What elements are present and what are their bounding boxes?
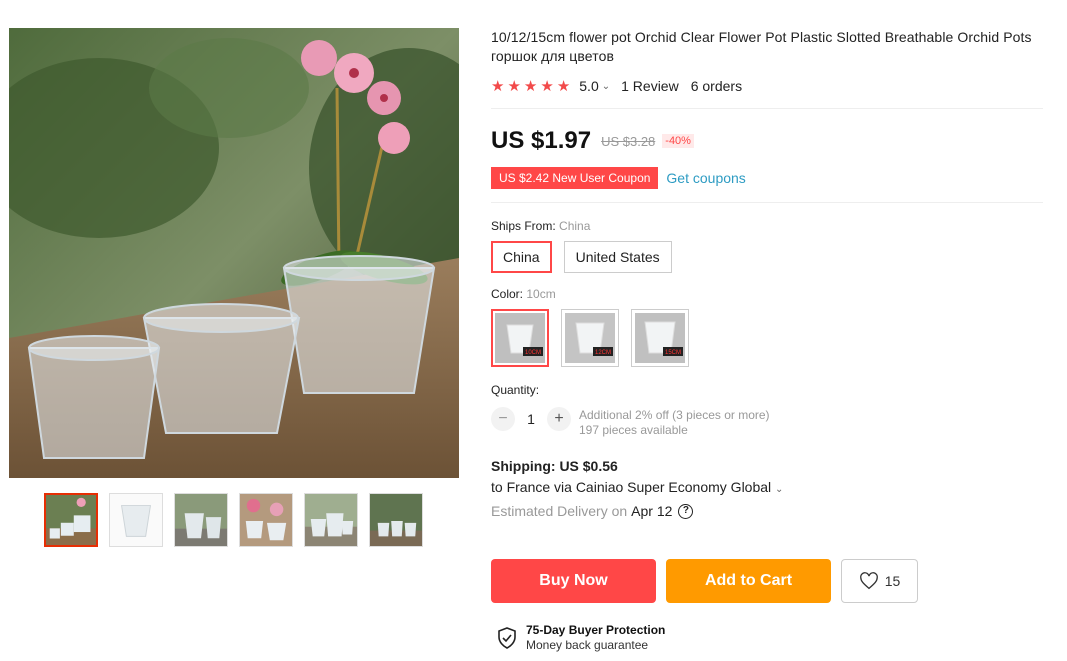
color-swatch-12cm[interactable]: 12CM	[561, 309, 619, 367]
stock-available: 197 pieces available	[579, 423, 688, 437]
swatch-label: 10CM	[525, 350, 541, 356]
ship-option-united-states[interactable]: United States	[563, 241, 672, 273]
product-title: 10/12/15cm flower pot Orchid Clear Flowe…	[491, 29, 1032, 64]
wishlist-count: 15	[884, 573, 901, 589]
shipping-route-text: to France via Cainiao Super Economy Glob…	[491, 479, 772, 495]
current-price: US $1.97	[491, 127, 592, 154]
quantity-decrease-button[interactable]: −	[491, 407, 515, 431]
bulk-discount-note: Additional 2% off (3 pieces or more)	[579, 408, 770, 422]
rating-row: ★ ★ ★ ★ ★ 5.0 ⌄ 1 Review 6 orders	[491, 78, 1043, 94]
shipping-cost: Shipping: US $0.56	[491, 458, 1043, 474]
divider	[491, 202, 1043, 203]
delivery-date: Apr 12	[631, 503, 673, 519]
rating-value[interactable]: 5.0	[579, 78, 598, 94]
protection-title: 75-Day Buyer Protection	[526, 623, 666, 637]
color-swatch-15cm[interactable]: 15CM	[631, 309, 689, 367]
ships-from-label: Ships From: China	[491, 219, 1043, 233]
thumbnail-4[interactable]	[239, 493, 293, 547]
star-icon: ★	[556, 77, 571, 95]
shipping-label: Shipping:	[491, 458, 556, 474]
wishlist-button[interactable]: 15	[841, 559, 918, 603]
price-row: US $1.97 US $3.28 -40%	[491, 127, 1043, 155]
ships-from-options: China United States	[491, 241, 1043, 273]
heart-icon	[859, 572, 878, 590]
quantity-input[interactable]: 1	[515, 407, 547, 431]
get-coupons-link[interactable]: Get coupons	[666, 170, 745, 186]
shipping-price: US $0.56	[559, 458, 618, 474]
protection-subtitle: Money back guarantee	[526, 638, 649, 652]
thumbnail-strip	[44, 493, 423, 547]
new-user-coupon[interactable]: US $2.42 New User Coupon	[491, 167, 659, 189]
color-swatch-10cm[interactable]: 10CM	[491, 309, 549, 367]
quantity-stepper: − 1 + Additional 2% off (3 pieces or mor…	[491, 407, 1043, 438]
discount-badge: -40%	[662, 134, 694, 148]
thumbnail-3[interactable]	[174, 493, 228, 547]
swatch-label: 12CM	[595, 350, 611, 356]
star-rating: ★ ★ ★ ★ ★	[491, 79, 570, 94]
ships-from-title: Ships From:	[491, 219, 556, 233]
chevron-down-icon[interactable]: ⌄	[775, 484, 783, 495]
ship-option-china[interactable]: China	[491, 241, 552, 273]
star-icon: ★	[491, 77, 505, 95]
chevron-down-icon[interactable]: ⌄	[602, 81, 610, 92]
star-icon: ★	[540, 77, 554, 95]
color-selected: 10cm	[526, 287, 556, 301]
shipping-route[interactable]: to France via Cainiao Super Economy Glob…	[491, 479, 1043, 495]
product-info: 10/12/15cm flower pot Orchid Clear Flowe…	[491, 28, 1043, 519]
thumbnail-5[interactable]	[304, 493, 358, 547]
swatch-label: 15CM	[665, 350, 681, 356]
main-product-image[interactable]	[9, 28, 459, 478]
shield-check-icon	[498, 627, 516, 649]
action-buttons: Buy Now Add to Cart 15	[491, 559, 918, 603]
reviews-link[interactable]: 1 Review	[621, 78, 679, 94]
thumbnail-1[interactable]	[44, 493, 98, 547]
color-label: Color: 10cm	[491, 287, 1043, 301]
quantity-increase-button[interactable]: +	[547, 407, 571, 431]
color-options: 10CM 12CM 15CM	[491, 309, 1043, 367]
buy-now-button[interactable]: Buy Now	[491, 559, 656, 603]
color-title: Color:	[491, 287, 524, 301]
star-icon: ★	[523, 77, 538, 95]
delivery-label: Estimated Delivery on	[491, 503, 628, 519]
question-circle-icon[interactable]: ?	[678, 503, 694, 519]
star-icon: ★	[507, 77, 521, 95]
quantity-note: Additional 2% off (3 pieces or more) 197…	[579, 408, 770, 438]
quantity-label: Quantity:	[491, 383, 540, 397]
add-to-cart-button[interactable]: Add to Cart	[666, 559, 831, 603]
thumbnail-6[interactable]	[369, 493, 423, 547]
original-price: US $3.28	[601, 133, 656, 149]
thumbnail-2[interactable]	[109, 493, 163, 547]
divider	[491, 108, 1043, 109]
estimated-delivery: Estimated Delivery on Apr 12 ?	[491, 503, 1043, 519]
buyer-protection: 75-Day Buyer Protection Money back guara…	[497, 623, 665, 653]
coupon-row: US $2.42 New User Coupon Get coupons	[491, 167, 1043, 189]
orders-count: 6 orders	[690, 78, 743, 94]
ships-from-selected: China	[559, 219, 591, 233]
